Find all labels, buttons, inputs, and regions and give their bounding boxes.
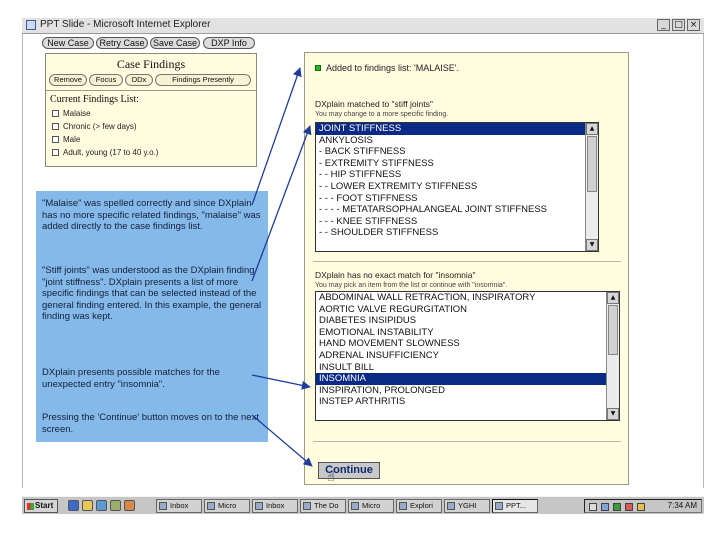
callout-arrows [251,67,313,467]
taskbar-item-label: Inbox [266,501,285,510]
taskbar-item-label: PPT... [506,501,527,510]
network-icon[interactable] [601,503,609,511]
taskbar-item[interactable]: Explori [396,499,442,513]
window-icon [159,502,167,510]
speaker-icon[interactable] [589,503,597,511]
taskbar-item-active[interactable]: PPT... [492,499,538,513]
taskbar-item-label: Micro [218,501,237,510]
start-label: Start [35,501,54,510]
alert-icon[interactable] [625,503,633,511]
windows-logo-icon [27,503,34,510]
printer-icon[interactable] [637,503,645,511]
taskbar-item-label: Micro [362,501,381,510]
outlook-icon[interactable] [96,500,107,511]
taskbar-item[interactable]: Inbox [156,499,202,513]
taskbar-item-label: YGHI [458,501,477,510]
window-icon [303,502,311,510]
arrow-to-insomnia [251,374,311,390]
window-icon [495,502,503,510]
arrow-to-joint-stiffness [251,125,312,282]
folder-icon[interactable] [82,500,93,511]
window-icon [255,502,263,510]
desktop-icon[interactable] [110,500,121,511]
taskbar-item-label: Explori [410,501,433,510]
taskbar-item[interactable]: Micro [348,499,394,513]
taskbar-item[interactable]: Inbox [252,499,298,513]
window-icon [207,502,215,510]
app-icon[interactable] [124,500,135,511]
taskbar-item-label: The Do [314,501,339,510]
taskbar-item[interactable]: The Do [300,499,346,513]
window-icon [447,502,455,510]
system-tray: 7:34 AM [584,499,702,513]
clock: 7:34 AM [667,501,697,510]
start-button[interactable]: Start [24,499,58,513]
window-icon [399,502,407,510]
arrow-to-added-notice [251,67,302,206]
internet-explorer-icon[interactable] [68,500,79,511]
taskbar-item[interactable]: YGHI [444,499,490,513]
taskbar-item-label: Inbox [170,501,189,510]
taskbar-item[interactable]: Micro [204,499,250,513]
window-icon [351,502,359,510]
arrow-to-continue [251,414,313,467]
windows-taskbar: Start Inbox Micro Inbox The Do Micro Exp… [22,496,704,514]
antivirus-icon[interactable] [613,503,621,511]
